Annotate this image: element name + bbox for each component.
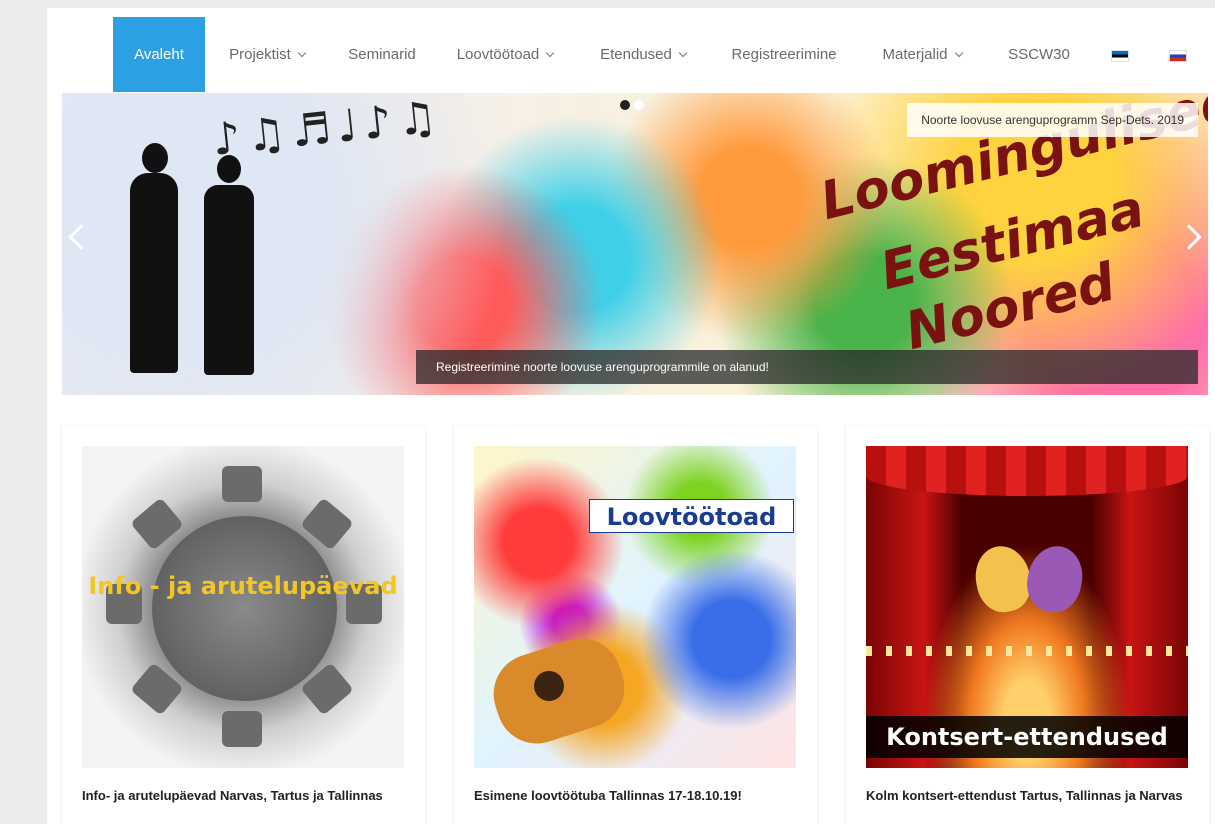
nav-item-materjalid[interactable]: Materjalid: [869, 17, 975, 92]
card-title[interactable]: Kolm kontsert-ettendust Tartus, Tallinna…: [866, 789, 1186, 802]
nav-label: Etendused: [600, 46, 672, 63]
card-image-info[interactable]: Info - ja arutelupäevad: [82, 446, 404, 768]
round-table-graphic: [152, 516, 337, 701]
russian-flag-icon[interactable]: [1169, 50, 1187, 62]
hero-slider: ♪♫♬♩♪♫ Loomingulised Eestimaa Noored Noo…: [62, 93, 1208, 395]
slider-dot[interactable]: [634, 100, 644, 110]
stage-curtain-graphic: [866, 446, 1188, 496]
nav-item-sscw30[interactable]: SSCW30: [999, 17, 1079, 92]
card-title[interactable]: Esimene loovtöötuba Tallinnas 17-18.10.1…: [474, 789, 794, 802]
music-notes-decoration: ♪♫♬♩♪♫: [209, 93, 446, 166]
news-card-kontsert[interactable]: Kontsert-ettendused Kolm kontsert-ettend…: [846, 426, 1209, 824]
card-image-text: Info - ja arutelupäevad: [88, 572, 398, 600]
news-card-info[interactable]: Info - ja arutelupäevad Info- ja arutelu…: [62, 426, 425, 824]
slider-prev-arrow-icon[interactable]: [68, 224, 94, 250]
card-image-text: Kontsert-ettendused: [866, 716, 1188, 758]
nav-item-registreerimine[interactable]: Registreerimine: [719, 17, 849, 92]
singer-silhouette: [130, 173, 178, 373]
main-navigation: Avaleht Projektist Seminarid Loovtöötoad…: [47, 17, 1215, 92]
nav-item-etendused[interactable]: Etendused: [587, 17, 699, 92]
tragedy-mask-icon: [1021, 541, 1089, 617]
card-image-loovtootoad[interactable]: Loovtöötoad: [474, 446, 796, 768]
chevron-down-icon: [678, 48, 688, 57]
chair-icon: [222, 711, 262, 747]
slider-next-arrow-icon[interactable]: [1176, 224, 1202, 250]
card-title[interactable]: Info- ja arutelupäevad Narvas, Tartus ja…: [82, 789, 402, 802]
singer-silhouette: [142, 143, 168, 173]
nav-label: SSCW30: [1008, 46, 1070, 63]
slide-caption-bottom[interactable]: Registreerimine noorte loovuse arengupro…: [416, 350, 1198, 384]
stage-lights-graphic: [866, 646, 1188, 656]
nav-label: Registreerimine: [731, 46, 837, 63]
slide-caption-top: Noorte loovuse arenguprogramm Sep-Dets. …: [907, 103, 1198, 137]
nav-label: Materjalid: [882, 46, 948, 63]
nav-item-projektist[interactable]: Projektist: [215, 17, 319, 92]
news-card-loovtootoad[interactable]: Loovtöötoad Esimene loovtöötuba Tallinna…: [454, 426, 817, 824]
chair-icon: [130, 497, 184, 551]
card-image-text: Loovtöötoad: [589, 499, 794, 533]
singer-silhouette: [217, 155, 241, 183]
nav-label: Seminarid: [348, 46, 416, 63]
chevron-down-icon: [297, 48, 307, 57]
chair-icon: [222, 466, 262, 502]
nav-item-avaleht[interactable]: Avaleht: [113, 17, 205, 92]
chevron-down-icon: [546, 48, 555, 57]
nav-item-loovtootoad[interactable]: Loovtöötoad: [445, 17, 565, 92]
slider-dot-active[interactable]: [620, 100, 630, 110]
guitar-graphic: [534, 671, 564, 701]
nav-label: Projektist: [229, 46, 291, 63]
slider-pagination: [620, 100, 644, 110]
estonian-flag-icon[interactable]: [1111, 50, 1129, 62]
chevron-down-icon: [954, 48, 963, 57]
singer-silhouette: [204, 185, 254, 375]
nav-label: Loovtöötoad: [456, 46, 540, 63]
nav-label: Avaleht: [134, 46, 184, 63]
nav-item-seminarid[interactable]: Seminarid: [337, 17, 427, 92]
card-image-kontsert[interactable]: Kontsert-ettendused: [866, 446, 1188, 768]
